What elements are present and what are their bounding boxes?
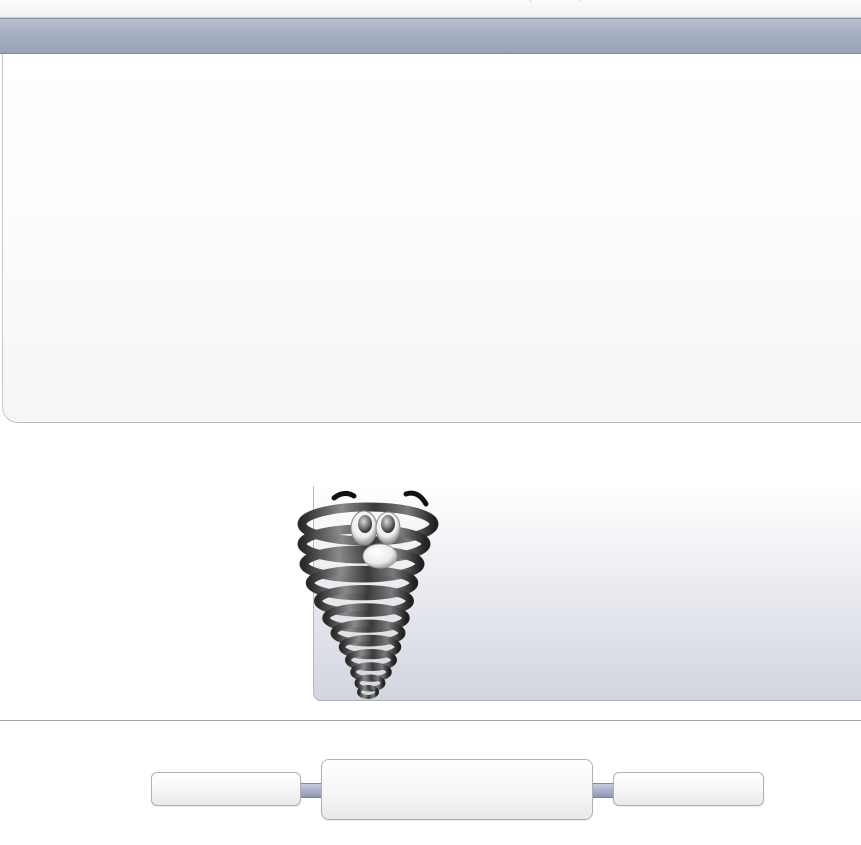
nav-connector-right [592, 783, 614, 798]
nav-button-center[interactable] [321, 759, 593, 820]
title-bar [0, 18, 861, 54]
tornado-mascot-icon [297, 490, 439, 699]
footer-separator [0, 720, 861, 721]
nav-connector-left [300, 783, 322, 798]
content-panel [2, 54, 861, 423]
nav-button-left[interactable] [151, 772, 301, 806]
top-strip-divider [530, 0, 580, 2]
top-strip [0, 0, 861, 18]
nav-button-right[interactable] [613, 772, 764, 806]
